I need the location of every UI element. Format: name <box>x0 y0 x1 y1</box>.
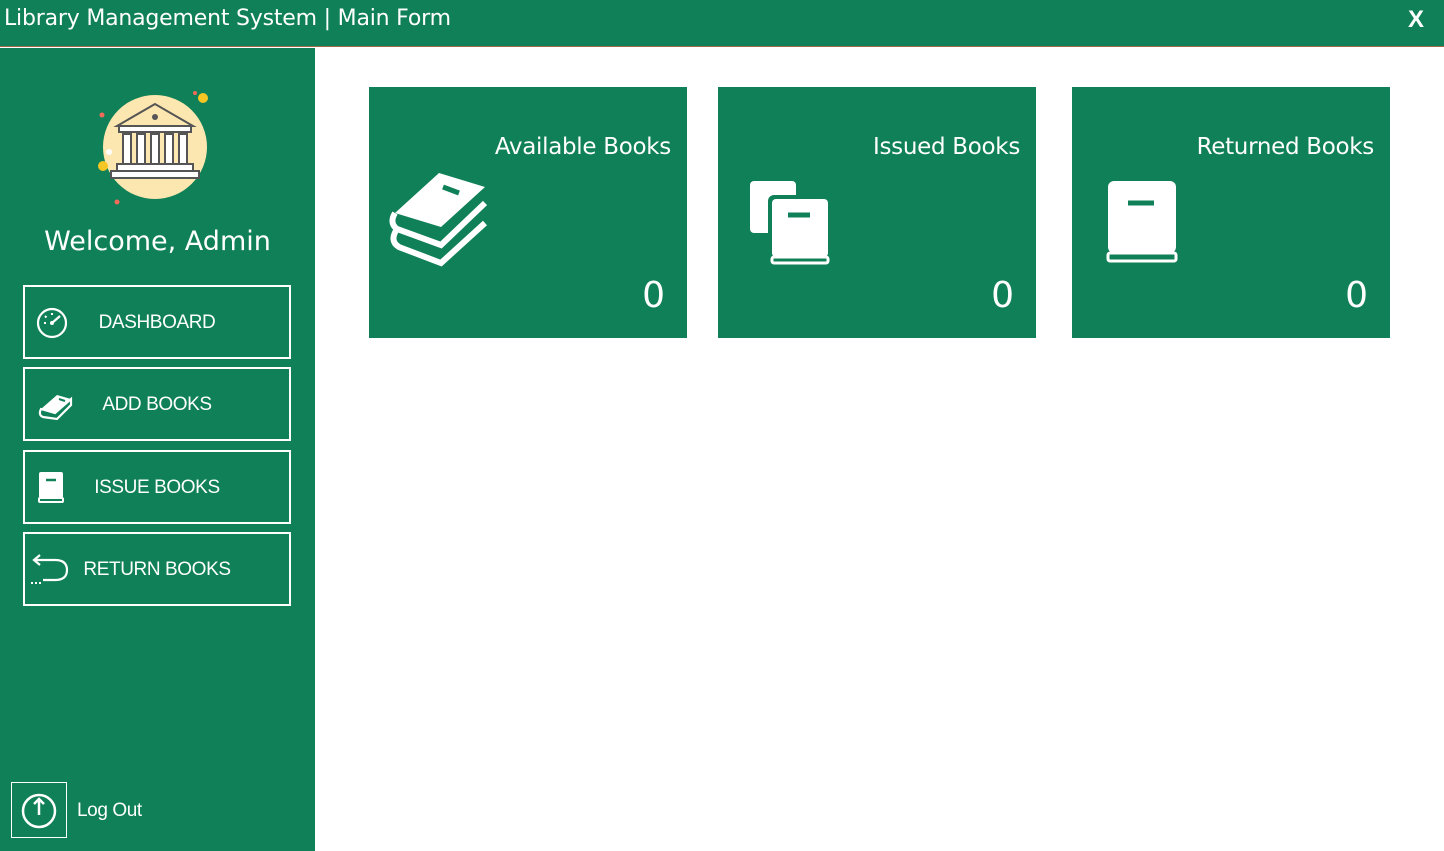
welcome-text: Welcome, Admin <box>44 226 271 257</box>
return-books-button[interactable]: RETURN BOOKS <box>23 532 291 606</box>
book-icon <box>1106 181 1178 263</box>
add-books-button[interactable]: ADD BOOKS <box>23 367 291 441</box>
sidebar: Welcome, Admin DASHBOARD ADD BOOKS ISSUE… <box>0 48 315 851</box>
logout-button[interactable] <box>11 782 67 838</box>
power-icon <box>21 793 57 829</box>
title-bar: Library Management System | Main Form X <box>0 0 1444 47</box>
card-title: Issued Books <box>872 134 1020 160</box>
returned-books-card[interactable]: Returned Books 0 <box>1072 87 1390 338</box>
books-icon <box>389 173 488 267</box>
library-logo <box>98 91 208 205</box>
card-title: Returned Books <box>1196 134 1375 160</box>
books-copy-icon <box>750 181 830 265</box>
dashboard-button[interactable]: DASHBOARD <box>23 285 291 359</box>
issue-books-button[interactable]: ISSUE BOOKS <box>23 450 291 524</box>
available-books-card[interactable]: Available Books 0 <box>369 87 687 338</box>
issued-books-card[interactable]: Issued Books 0 <box>718 87 1036 338</box>
dashboard-label: DASHBOARD <box>98 312 216 333</box>
return-books-label: RETURN BOOKS <box>83 559 231 580</box>
returned-books-count: 0 <box>1345 275 1368 316</box>
card-title: Available Books <box>494 134 671 160</box>
close-button[interactable]: X <box>1408 6 1424 34</box>
available-books-count: 0 <box>642 275 665 316</box>
issued-books-count: 0 <box>991 275 1014 316</box>
issue-books-label: ISSUE BOOKS <box>94 477 220 498</box>
logout-label[interactable]: Log Out <box>77 800 142 822</box>
window-title: Library Management System | Main Form <box>4 6 451 31</box>
add-books-label: ADD BOOKS <box>102 394 212 415</box>
